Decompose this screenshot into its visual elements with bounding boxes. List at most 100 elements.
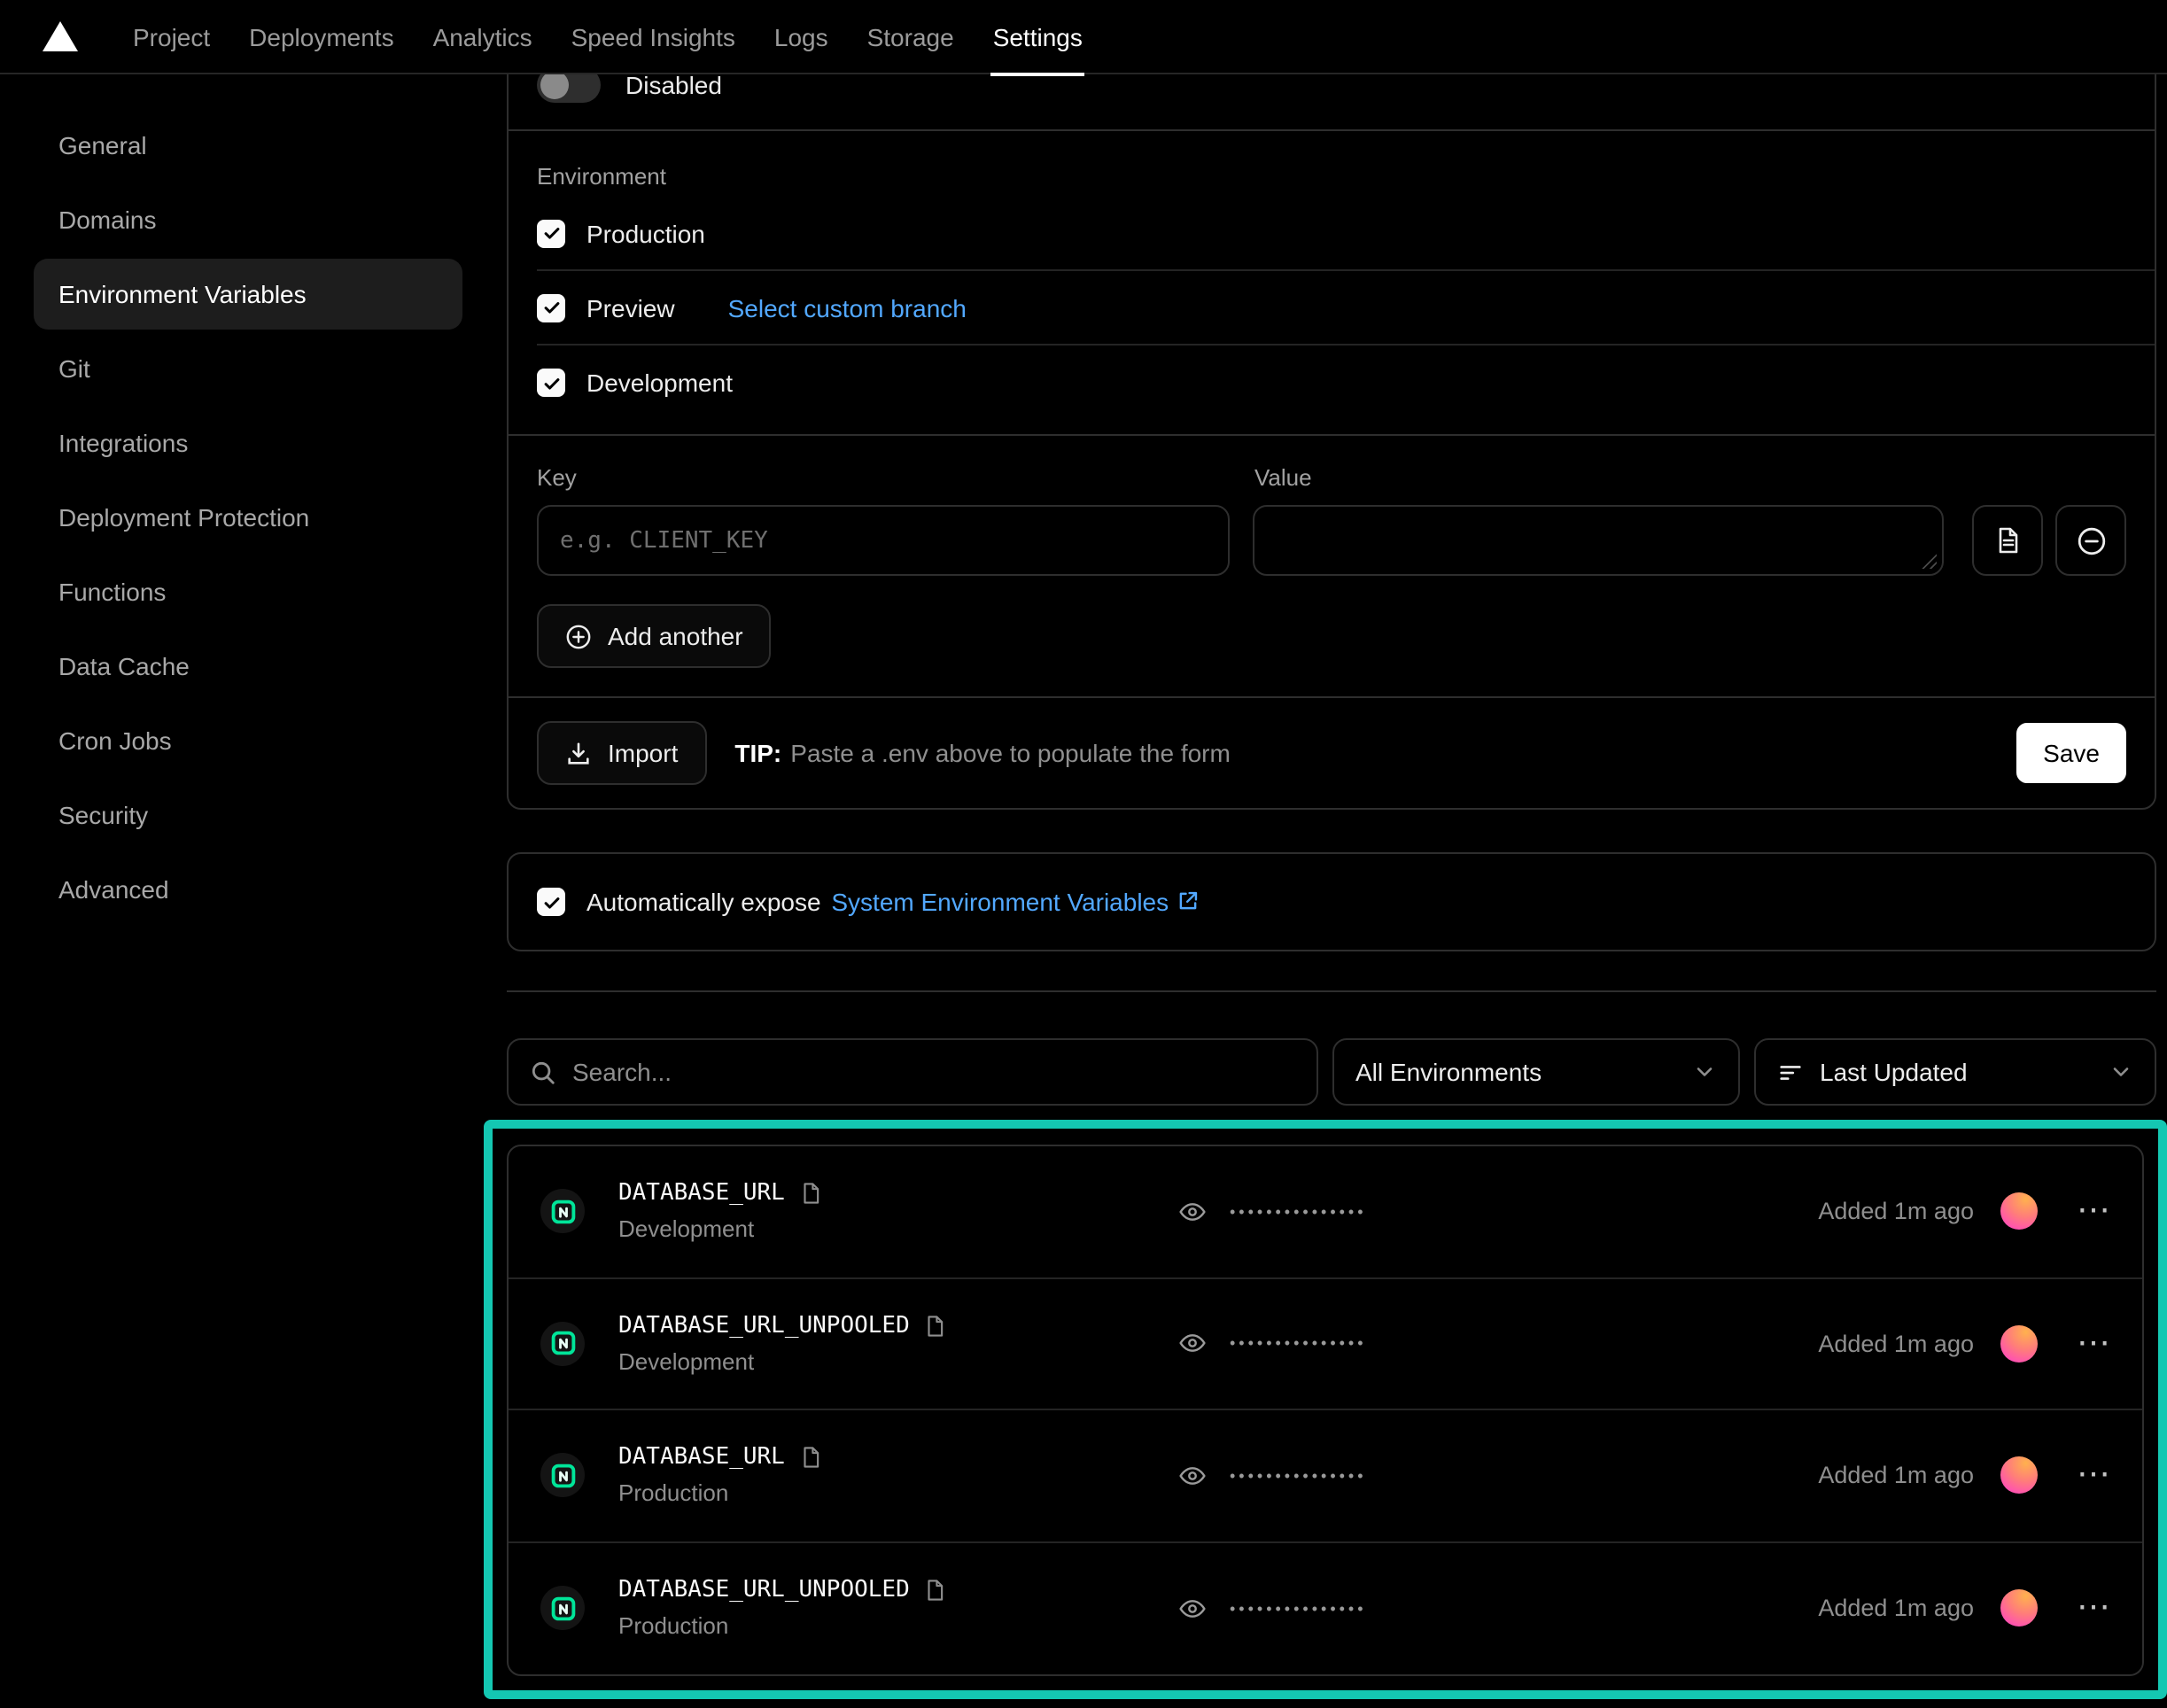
sidebar-item-functions[interactable]: Functions [34,556,462,627]
nav-tab-label: Logs [774,22,828,50]
env-var-meta: Added 1m ago ⋯ [1818,1193,2110,1231]
user-avatar [2000,1193,2038,1231]
env-var-name: DATABASE_URL [618,1445,785,1471]
env-var-row: DATABASE_URL_UNPOOLED Development ••••••… [509,1278,2142,1410]
env-option-label: Development [586,369,733,397]
import-tip: TIP: Paste a .env above to populate the f… [734,739,1230,767]
env-var-meta: Added 1m ago ⋯ [1818,1457,2110,1494]
nav-tab-storage[interactable]: Storage [848,0,974,74]
toggle-knob [540,71,569,99]
added-time: Added 1m ago [1818,1199,1974,1225]
env-var-info: DATABASE_URL_UNPOOLED Production [618,1578,1178,1640]
neon-logo [550,1331,575,1356]
save-button[interactable]: Save [2016,723,2126,783]
row-menu-button[interactable]: ⋯ [2077,1592,2110,1626]
env-option-development: Development [537,345,2155,420]
production-checkbox[interactable] [537,219,565,247]
env-var-environment: Production [618,1480,1178,1507]
sort-select[interactable]: Last Updated [1754,1038,2156,1106]
env-var-value: ••••••••••••••• [1178,1595,1367,1623]
main-content: Disabled Environment Production Preview … [507,0,2156,1699]
neon-logo [550,1199,575,1224]
auto-expose-prefix: Automatically expose [586,888,821,916]
sidebar-item-deployment-protection[interactable]: Deployment Protection [34,482,462,553]
sidebar-item-data-cache[interactable]: Data Cache [34,631,462,702]
env-var-environment: Development [618,1348,1178,1375]
nav-tab-speed-insights[interactable]: Speed Insights [552,0,755,74]
nav-tab-deployments[interactable]: Deployments [229,0,413,74]
sidebar-item-integrations[interactable]: Integrations [34,408,462,478]
environment-filter-select[interactable]: All Environments [1332,1038,1740,1106]
reveal-value-icon[interactable] [1178,1330,1207,1358]
preview-checkbox[interactable] [537,293,565,322]
value-label: Value [1254,464,1949,491]
sidebar-item-general[interactable]: General [34,110,462,181]
nav-tab-label: Speed Insights [571,22,735,50]
value-input[interactable] [1254,507,1942,574]
add-another-label: Add another [608,622,743,650]
sidebar-item-git[interactable]: Git [34,333,462,404]
env-var-row: DATABASE_URL_UNPOOLED Production •••••••… [509,1542,2142,1674]
chevron-down-icon [2109,1060,2133,1084]
vercel-logo-icon[interactable] [43,21,78,51]
note-icon[interactable] [924,1315,947,1338]
env-var-info: DATABASE_URL Production [618,1445,1178,1507]
sidebar-item-environment-variables[interactable]: Environment Variables [34,259,462,330]
paste-env-button[interactable] [1972,505,2043,576]
neon-integration-icon [540,1587,585,1631]
nav-tab-logs[interactable]: Logs [755,0,848,74]
reveal-value-icon[interactable] [1178,1595,1207,1623]
row-menu-button[interactable]: ⋯ [2077,1327,2110,1361]
form-footer: Import TIP: Paste a .env above to populat… [509,696,2155,808]
import-button[interactable]: Import [537,721,706,785]
check-icon [541,298,561,317]
settings-sidebar: General Domains Environment Variables Gi… [34,110,462,925]
neon-integration-icon [540,1190,585,1234]
key-input[interactable] [539,507,1227,574]
environment-filter-value: All Environments [1355,1058,1542,1086]
auto-expose-checkbox[interactable] [537,888,565,916]
section-divider [507,990,2156,992]
masked-value: ••••••••••••••• [1230,1467,1367,1485]
env-option-label: Preview [586,293,675,322]
sidebar-item-domains[interactable]: Domains [34,184,462,255]
select-custom-branch-link[interactable]: Select custom branch [728,293,967,322]
neon-integration-icon [540,1454,585,1498]
remove-row-button[interactable] [2055,505,2126,576]
note-icon[interactable] [799,1447,822,1470]
neon-logo [550,1596,575,1621]
document-icon [1993,526,2022,555]
nav-tab-analytics[interactable]: Analytics [414,0,552,74]
check-icon [541,892,561,912]
environment-section-label: Environment [537,163,2155,197]
sidebar-item-security[interactable]: Security [34,780,462,850]
nav-tab-settings[interactable]: Settings [974,0,1102,74]
reveal-value-icon[interactable] [1178,1462,1207,1490]
plus-circle-icon [565,623,592,649]
row-menu-button[interactable]: ⋯ [2077,1459,2110,1493]
search-input[interactable] [572,1058,1295,1086]
sidebar-item-advanced[interactable]: Advanced [34,854,462,925]
nav-tab-project[interactable]: Project [113,0,229,74]
env-var-info: DATABASE_URL Development [618,1181,1178,1243]
note-icon[interactable] [924,1580,947,1603]
user-avatar [2000,1325,2038,1363]
note-icon[interactable] [799,1183,822,1206]
env-var-value: ••••••••••••••• [1178,1198,1367,1226]
development-checkbox[interactable] [537,369,565,397]
search-box [507,1038,1318,1106]
add-another-button[interactable]: Add another [537,604,772,668]
env-var-environment: Production [618,1613,1178,1640]
tip-bold: TIP: [734,739,781,767]
env-var-name: DATABASE_URL [618,1181,785,1207]
auto-expose-text: Automatically expose System Environment … [586,888,1199,916]
tip-body: Paste a .env above to populate the form [790,739,1231,767]
nav-tab-label: Deployments [249,22,393,50]
sidebar-item-cron-jobs[interactable]: Cron Jobs [34,705,462,776]
system-env-vars-link[interactable]: System Environment Variables [831,888,1199,916]
reveal-value-icon[interactable] [1178,1198,1207,1226]
env-var-value: ••••••••••••••• [1178,1330,1367,1358]
row-menu-button[interactable]: ⋯ [2077,1195,2110,1229]
user-avatar [2000,1457,2038,1494]
external-link-icon [1176,889,1199,912]
